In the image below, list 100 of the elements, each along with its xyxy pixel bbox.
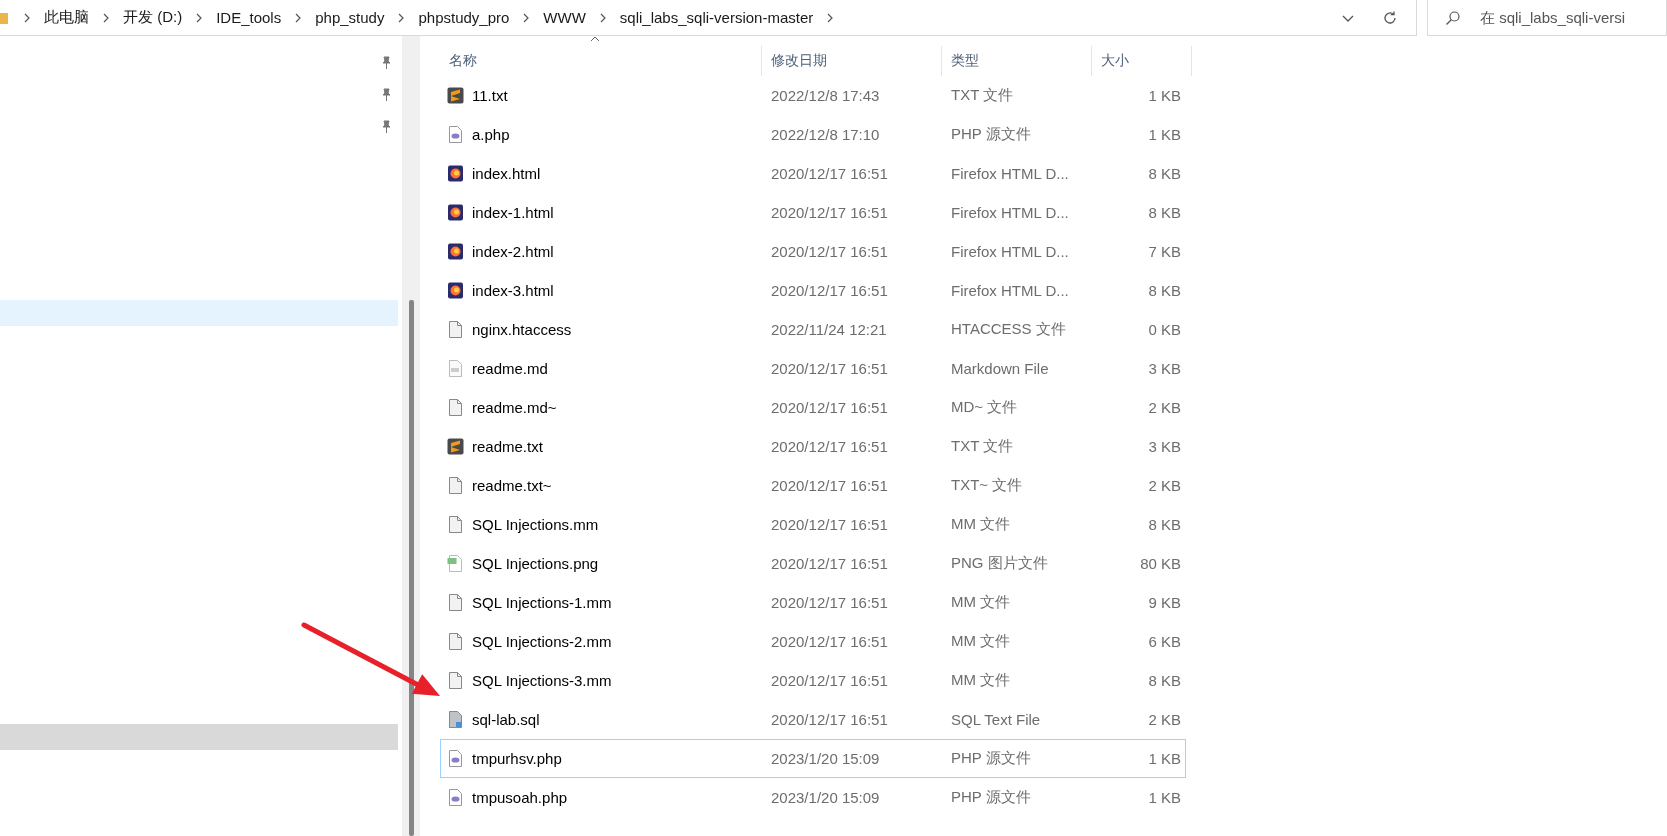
file-size: 0 KB	[1148, 321, 1181, 338]
file-size: 1 KB	[1148, 789, 1181, 806]
file-type: Markdown File	[951, 360, 1049, 377]
file-size: 8 KB	[1148, 672, 1181, 689]
file-icon	[447, 321, 464, 338]
file-icon	[447, 87, 464, 104]
file-row[interactable]: readme.txt 2020/12/17 16:51 TXT 文件 3 KB	[440, 427, 1186, 466]
modified-date: 2020/12/17 16:51	[771, 243, 888, 260]
file-icon	[447, 594, 464, 611]
file-size: 2 KB	[1148, 399, 1181, 416]
file-name: SQL Injections-1.mm	[472, 594, 612, 611]
file-size: 8 KB	[1148, 282, 1181, 299]
file-size: 7 KB	[1148, 243, 1181, 260]
file-row[interactable]: index.html 2020/12/17 16:51 Firefox HTML D... 8 KB	[440, 154, 1186, 193]
search-icon	[1445, 10, 1461, 26]
file-size: 9 KB	[1148, 594, 1181, 611]
chevron-icon	[22, 11, 32, 24]
modified-date: 2020/12/17 16:51	[771, 477, 888, 494]
column-header[interactable]: 类型	[942, 46, 1092, 76]
file-row[interactable]: readme.md~ 2020/12/17 16:51 MD~ 文件 2 KB	[440, 388, 1186, 427]
file-type: Firefox HTML D...	[951, 204, 1069, 221]
file-icon	[447, 711, 464, 728]
file-size: 8 KB	[1148, 204, 1181, 221]
file-type: MM 文件	[951, 515, 1011, 532]
breadcrumb[interactable]: 此电脑	[44, 8, 89, 27]
scrollbar-thumb[interactable]	[408, 300, 414, 836]
scrollbar[interactable]	[402, 36, 420, 836]
file-icon	[447, 750, 464, 767]
breadcrumb[interactable]: WWW	[543, 9, 586, 26]
file-row[interactable]: tmpurhsv.php 2023/1/20 15:09 PHP 源文件 1 KB	[440, 739, 1186, 778]
file-row[interactable]: readme.txt~ 2020/12/17 16:51 TXT~ 文件 2 KB	[440, 466, 1186, 505]
breadcrumb[interactable]: 开发 (D:)	[123, 8, 183, 27]
file-icon	[447, 282, 464, 299]
file-icon	[447, 672, 464, 689]
file-type: MD~ 文件	[951, 398, 1018, 415]
file-name: SQL Injections.png	[472, 555, 599, 572]
file-name: SQL Injections-2.mm	[472, 633, 612, 650]
modified-date: 2020/12/17 16:51	[771, 516, 888, 533]
column-header[interactable]: 名称	[440, 47, 477, 75]
file-row[interactable]: 11.txt 2022/12/8 17:43 TXT 文件 1 KB	[440, 76, 1186, 115]
file-icon	[447, 477, 464, 494]
file-name: tmpurhsv.php	[472, 750, 562, 767]
address-bar[interactable]: 此电脑 开发 (D:) IDE_tools php_study phpstudy_pro WWW sqli_labs_sqli-version-master	[0, 0, 1417, 36]
file-row[interactable]: nginx.htaccess 2022/11/24 12:21 HTACCESS 文件 0 KB	[440, 310, 1186, 349]
file-row[interactable]: SQL Injections.png 2020/12/17 16:51 PNG 图片文件 80 KB	[440, 544, 1186, 583]
file-size: 1 KB	[1148, 87, 1181, 104]
file-row[interactable]: index-3.html 2020/12/17 16:51 Firefox HTML D... 8 KB	[440, 271, 1186, 310]
file-size: 1 KB	[1148, 750, 1181, 767]
file-name: SQL Injections.mm	[472, 516, 599, 533]
file-name: readme.md	[472, 360, 548, 377]
refresh-icon[interactable]	[1382, 9, 1398, 26]
file-row[interactable]: index-1.html 2020/12/17 16:51 Firefox HTML D... 8 KB	[440, 193, 1186, 232]
modified-date: 2020/12/17 16:51	[771, 282, 888, 299]
modified-date: 2020/12/17 16:51	[771, 555, 888, 572]
file-size: 80 KB	[1140, 555, 1181, 572]
search-field[interactable]: 在 sqli_labs_sqli-versi	[1427, 0, 1667, 36]
modified-date: 2023/1/20 15:09	[771, 750, 880, 767]
file-type: SQL Text File	[951, 711, 1041, 728]
file-size: 3 KB	[1148, 360, 1181, 377]
file-row[interactable]: SQL Injections-3.mm 2020/12/17 16:51 MM 文件 8 KB	[440, 661, 1186, 700]
breadcrumb[interactable]: sqli_labs_sqli-version-master	[619, 9, 814, 26]
file-icon	[447, 516, 464, 533]
file-row[interactable]: sql-lab.sql 2020/12/17 16:51 SQL Text File 2 KB	[440, 700, 1186, 739]
column-header[interactable]: 修改日期	[762, 46, 942, 76]
file-type: Firefox HTML D...	[951, 243, 1069, 260]
column-header[interactable]: 大小	[1092, 46, 1192, 76]
file-size: 1 KB	[1148, 126, 1181, 143]
file-type: Firefox HTML D...	[951, 282, 1069, 299]
file-row[interactable]: index-2.html 2020/12/17 16:51 Firefox HTML D... 7 KB	[440, 232, 1186, 271]
file-size: 2 KB	[1148, 711, 1181, 728]
modified-date: 2020/12/17 16:51	[771, 594, 888, 611]
file-icon	[447, 204, 464, 221]
breadcrumb[interactable]: phpstudy_pro	[418, 9, 510, 26]
file-name: index-2.html	[472, 243, 554, 260]
file-size: 8 KB	[1148, 165, 1181, 182]
file-row[interactable]: SQL Injections-1.mm 2020/12/17 16:51 MM 文件 9 KB	[440, 583, 1186, 622]
modified-date: 2022/12/8 17:10	[771, 126, 880, 143]
file-name: index.html	[472, 165, 541, 182]
sort-caret-icon	[590, 36, 600, 42]
file-icon	[447, 126, 464, 143]
modified-date: 2023/1/20 15:09	[771, 789, 880, 806]
file-type: PNG 图片文件	[951, 554, 1048, 571]
file-type: TXT~ 文件	[951, 476, 1023, 493]
file-name: index-1.html	[472, 204, 554, 221]
file-icon	[447, 555, 464, 572]
file-type: MM 文件	[951, 671, 1011, 688]
file-row[interactable]: a.php 2022/12/8 17:10 PHP 源文件 1 KB	[440, 115, 1186, 154]
file-name: index-3.html	[472, 282, 554, 299]
file-name: readme.md~	[472, 399, 557, 416]
breadcrumb[interactable]: php_study	[315, 9, 385, 26]
file-row[interactable]: SQL Injections.mm 2020/12/17 16:51 MM 文件 8 KB	[440, 505, 1186, 544]
file-type: MM 文件	[951, 593, 1011, 610]
file-row[interactable]: readme.md 2020/12/17 16:51 Markdown File 3 KB	[440, 349, 1186, 388]
file-row[interactable]: tmpusoah.php 2023/1/20 15:09 PHP 源文件 1 KB	[440, 778, 1186, 817]
file-type: HTACCESS 文件	[951, 320, 1066, 337]
chevron-icon	[101, 11, 111, 24]
file-type: TXT 文件	[951, 86, 1014, 103]
file-icon	[447, 399, 464, 416]
file-row[interactable]: SQL Injections-2.mm 2020/12/17 16:51 MM 文件 6 KB	[440, 622, 1186, 661]
breadcrumb[interactable]: IDE_tools	[216, 9, 282, 26]
